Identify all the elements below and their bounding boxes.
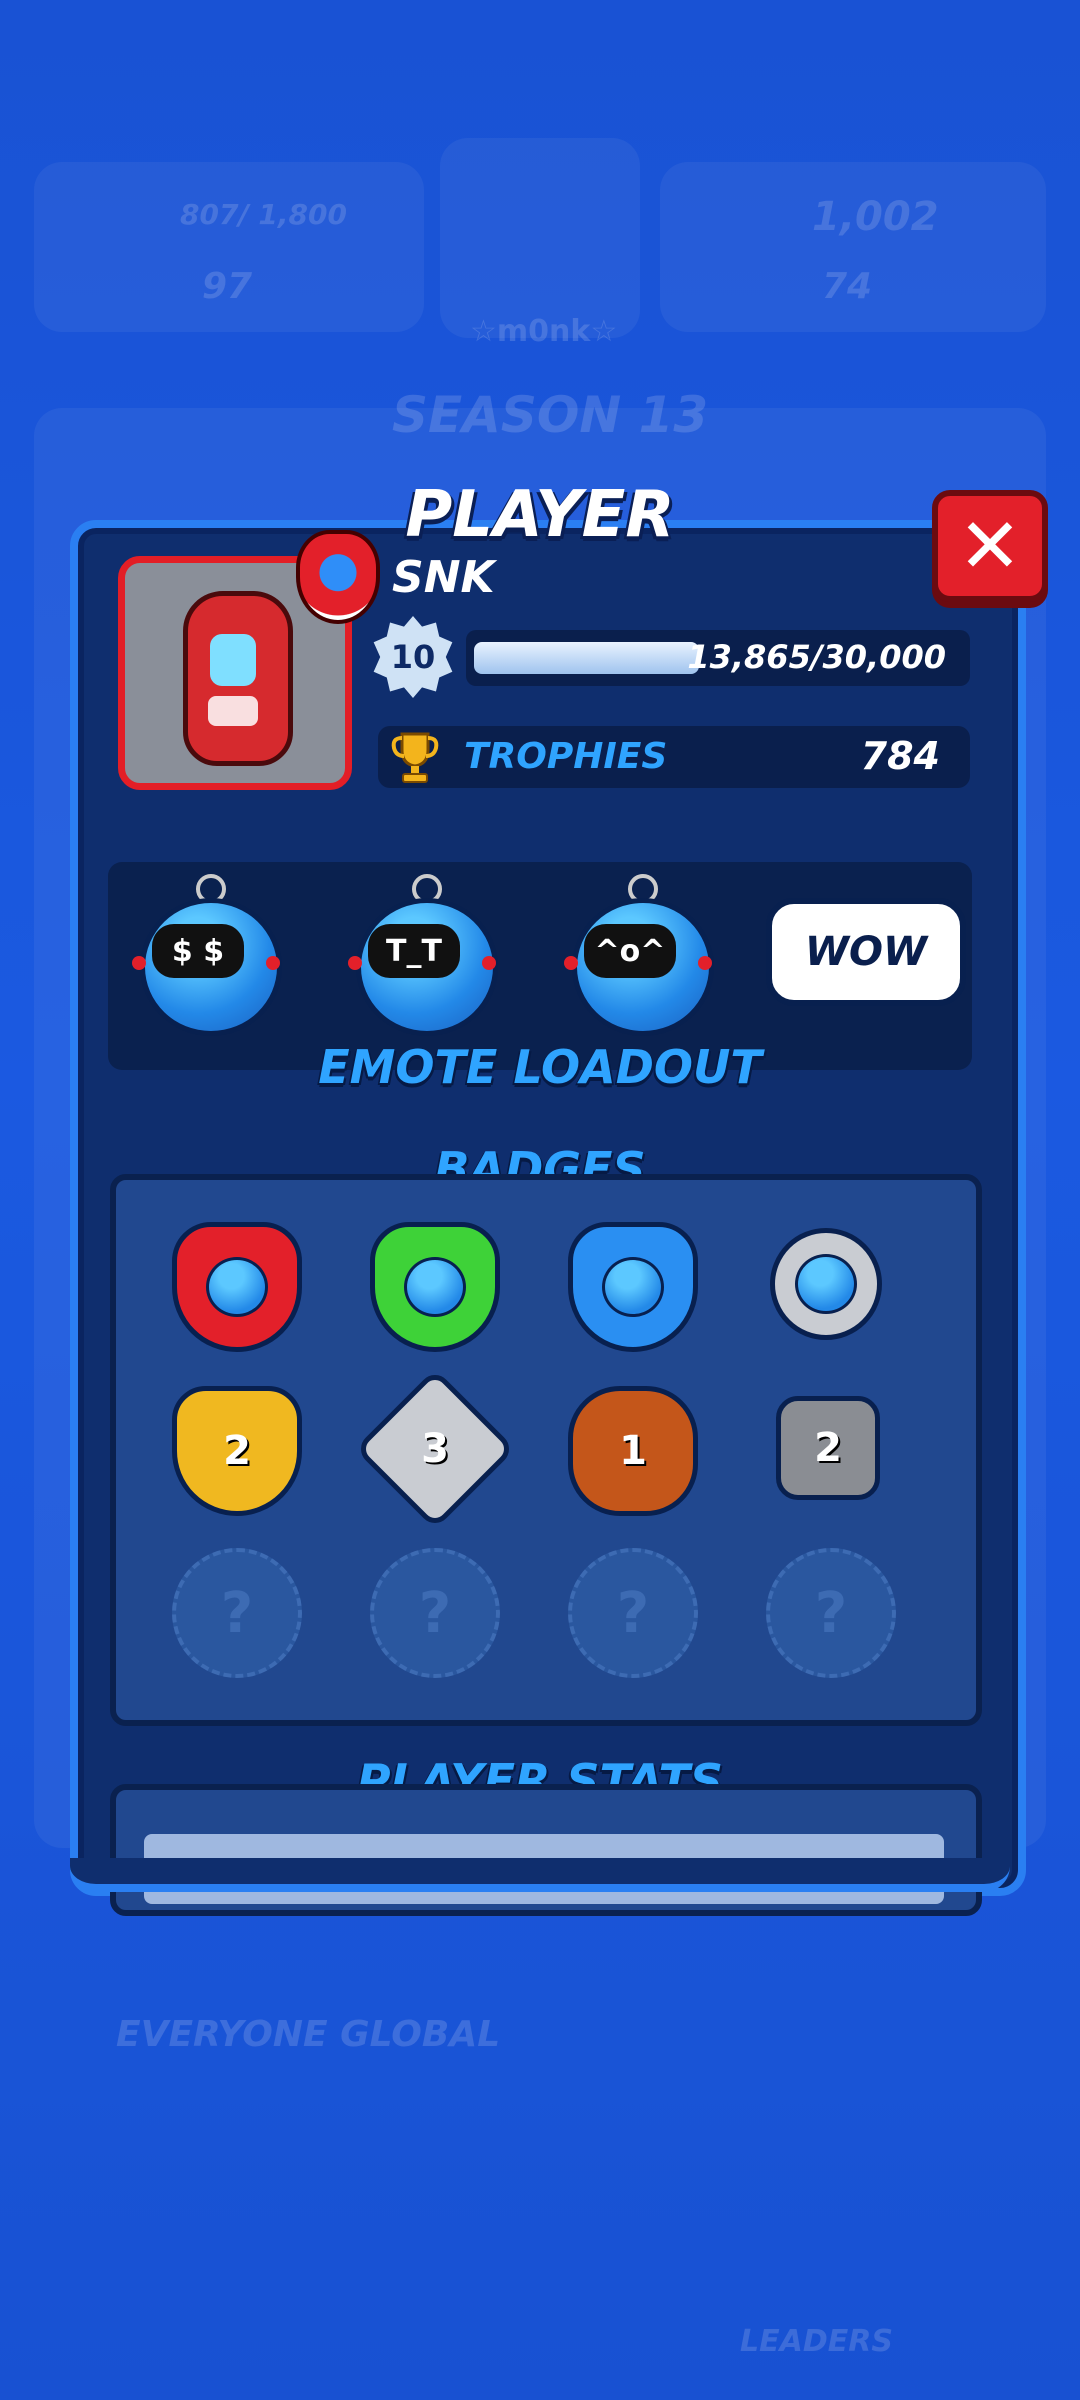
badge-silver-circle[interactable] [770, 1228, 882, 1340]
badges-grid: 2 3 1 2 ? ? ? ? [110, 1174, 982, 1726]
xp-progress-fill [474, 642, 699, 674]
rank-badge-icon [296, 530, 380, 624]
emote-face: T_T [368, 924, 460, 978]
emote-slot-wow[interactable]: WOW [766, 898, 966, 1006]
badge-red-shield[interactable] [172, 1222, 302, 1352]
emote-loadout[interactable]: $ $ T_T ^o^ WOW [108, 862, 972, 1070]
ear-icon [348, 956, 362, 970]
badge-blue-shield[interactable] [568, 1222, 698, 1352]
emote-slot-1[interactable]: $ $ [132, 874, 282, 1036]
emote-face: $ $ [152, 924, 244, 978]
emote-slot-3[interactable]: ^o^ [564, 874, 714, 1036]
ear-icon [482, 956, 496, 970]
player-stats-panel[interactable] [110, 1784, 982, 1916]
badge-number: 2 [814, 1425, 842, 1471]
locked-symbol: ? [814, 1580, 848, 1646]
badge-number: 1 [619, 1428, 647, 1474]
trophy-icon [391, 732, 439, 783]
close-button[interactable]: ✕ [932, 490, 1048, 602]
badge-locked[interactable]: ? [568, 1548, 698, 1678]
badge-gold-2[interactable]: 2 [172, 1386, 302, 1516]
xp-progress-text: 13,865/30,000 [687, 638, 946, 676]
badge-locked[interactable]: ? [370, 1548, 500, 1678]
modal-title: PLAYER [405, 478, 675, 552]
robot-head-icon [206, 1257, 268, 1317]
ear-icon [698, 956, 712, 970]
level-number: 10 [390, 638, 436, 676]
emote-slot-2[interactable]: T_T [348, 874, 498, 1036]
emote-face: ^o^ [584, 924, 676, 978]
locked-symbol: ? [220, 1580, 254, 1646]
badge-number: 3 [421, 1426, 449, 1472]
badge-locked[interactable]: ? [766, 1548, 896, 1678]
wow-label: WOW [804, 929, 928, 975]
ear-icon [564, 956, 578, 970]
car-windshield [210, 634, 256, 686]
badge-number: 2 [223, 1428, 251, 1474]
modal-bottom-edge [70, 1858, 1010, 1892]
xp-progress-bar: 13,865/30,000 [466, 630, 970, 686]
car-hood [208, 696, 258, 726]
locked-symbol: ? [418, 1580, 452, 1646]
badge-silver-3[interactable]: 3 [354, 1368, 516, 1530]
trophies-row: TROPHIES 784 [378, 726, 970, 788]
car-icon [183, 591, 293, 766]
close-x-icon: ✕ [958, 501, 1022, 590]
trophies-label: TROPHIES [464, 736, 668, 777]
emote-loadout-title: EMOTE LOADOUT [318, 1040, 762, 1094]
badge-stone-2[interactable]: 2 [776, 1396, 880, 1500]
trophies-value: 784 [860, 734, 940, 778]
robot-head-icon [795, 1254, 857, 1314]
badge-bronze-1[interactable]: 1 [568, 1386, 698, 1516]
locked-symbol: ? [616, 1580, 650, 1646]
badge-green-shield[interactable] [370, 1222, 500, 1352]
ear-icon [266, 956, 280, 970]
robot-head-icon [404, 1257, 466, 1317]
player-name: SNK [392, 552, 495, 603]
badge-locked[interactable]: ? [172, 1548, 302, 1678]
robot-head-icon [602, 1257, 664, 1317]
ear-icon [132, 956, 146, 970]
